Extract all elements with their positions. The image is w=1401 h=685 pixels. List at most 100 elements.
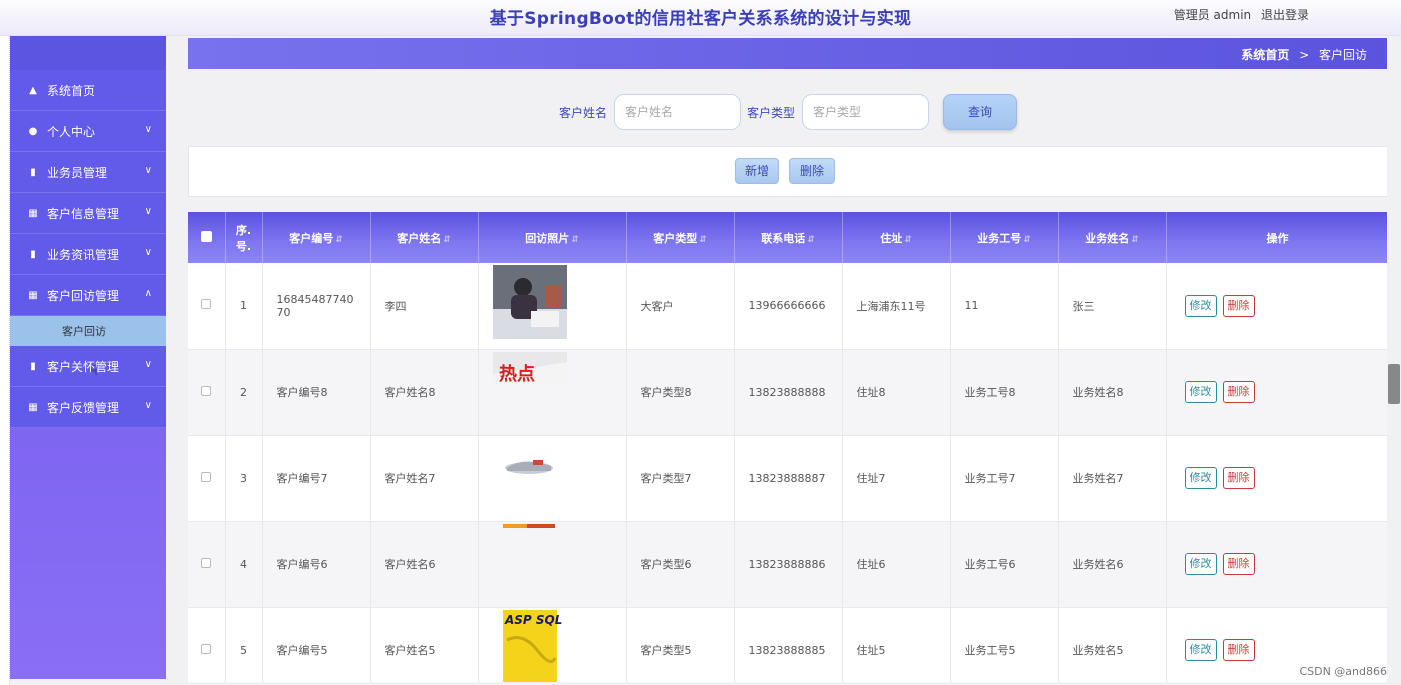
sidebar-item-staff-management[interactable]: ▮ 业务员管理 ∨ xyxy=(10,152,166,193)
header-operations: 操作 xyxy=(1166,212,1389,263)
table-row: 1 1684548774070 李四 大客户 13966666666 上海浦东11号 11 张… xyxy=(188,263,1389,350)
row-checkbox-cell xyxy=(188,435,226,522)
header-index-line1: 序. xyxy=(235,223,252,237)
row-index: 5 xyxy=(225,607,263,682)
chevron-down-icon: ∨ xyxy=(144,206,152,217)
query-button[interactable]: 查询 xyxy=(943,94,1017,130)
row-checkbox[interactable] xyxy=(201,299,212,310)
cell-operations: 修改 删除 xyxy=(1166,263,1389,350)
cell-customer-name: 客户姓名6 xyxy=(370,521,479,608)
delete-button[interactable]: 删除 xyxy=(1222,294,1255,317)
sort-icon: ⇵ xyxy=(1023,234,1031,245)
edit-button[interactable]: 修改 xyxy=(1184,381,1217,403)
sidebar-header xyxy=(10,36,166,70)
row-checkbox[interactable] xyxy=(201,557,212,568)
select-all-checkbox[interactable] xyxy=(200,230,212,242)
sidebar-item-business-news[interactable]: ▮ 业务资讯管理 ∨ xyxy=(10,234,166,275)
edit-button[interactable]: 修改 xyxy=(1184,553,1217,575)
cell-operations: 修改 删除 xyxy=(1166,521,1389,608)
sidebar-item-label: 客户信息管理 xyxy=(47,206,120,221)
row-checkbox-cell xyxy=(188,263,226,350)
delete-button[interactable]: 删除 xyxy=(1222,553,1255,575)
header-label: 客户姓名 xyxy=(397,231,442,245)
customer-name-input[interactable]: 客户姓名 xyxy=(614,94,741,130)
row-index: 2 xyxy=(225,349,263,436)
cell-visit-photo xyxy=(478,263,627,350)
cell-visit-photo: 热点 xyxy=(478,349,627,436)
grid-icon: ▦ xyxy=(28,207,38,219)
header-index: 序. 号. xyxy=(225,212,263,263)
header-address[interactable]: 住址 ⇵ xyxy=(842,212,951,263)
watermark: CSDN @and866 xyxy=(1299,665,1387,678)
sidebar-item-customer-care[interactable]: ▮ 客户关怀管理 ∨ xyxy=(10,346,166,387)
header-staff-id[interactable]: 业务工号 ⇵ xyxy=(950,212,1059,263)
edit-button[interactable]: 修改 xyxy=(1184,294,1217,317)
table-row: 3 客户编号7 客户姓名7 客户类型7 13823888887 住址7 业务工号7 业务姓名7… xyxy=(188,435,1389,522)
sidebar-item-customer-info[interactable]: ▦ 客户信息管理 ∨ xyxy=(10,193,166,234)
sort-icon: ⇵ xyxy=(904,234,912,245)
cell-customer-type: 客户类型7 xyxy=(626,435,735,522)
batch-delete-button[interactable]: 删除 xyxy=(789,158,835,184)
cell-address: 住址8 xyxy=(842,349,951,436)
cell-address: 住址5 xyxy=(842,607,951,682)
visit-photo xyxy=(492,265,567,339)
cell-phone: 13823888885 xyxy=(734,607,843,682)
cell-visit-photo: ASP SQL xyxy=(478,607,627,682)
cell-staff-id: 业务工号8 xyxy=(950,349,1059,436)
header-visit-photo[interactable]: 回访照片 ⇵ xyxy=(478,212,627,263)
delete-button[interactable]: 删除 xyxy=(1222,467,1255,489)
cell-customer-code: 1684548774070 xyxy=(262,263,371,350)
visit-photo xyxy=(502,523,555,528)
cell-staff-id: 业务工号5 xyxy=(950,607,1059,682)
header-staff-name[interactable]: 业务姓名 ⇵ xyxy=(1058,212,1167,263)
delete-button[interactable]: 删除 xyxy=(1222,639,1255,661)
cell-staff-name: 张三 xyxy=(1058,263,1167,350)
visit-photo: ASP SQL xyxy=(502,609,562,682)
select-all-cell xyxy=(188,212,226,263)
header-customer-name[interactable]: 客户姓名 ⇵ xyxy=(370,212,479,263)
add-button[interactable]: 新增 xyxy=(735,158,779,184)
visit-photo xyxy=(504,459,553,474)
header-customer-type[interactable]: 客户类型 ⇵ xyxy=(626,212,735,263)
edit-button[interactable]: 修改 xyxy=(1184,639,1217,661)
cell-phone: 13966666666 xyxy=(734,263,843,350)
cell-customer-type: 客户类型5 xyxy=(626,607,735,682)
breadcrumb-home[interactable]: 系统首页 xyxy=(1241,48,1289,62)
customer-type-input[interactable]: 客户类型 xyxy=(802,94,929,130)
sidebar-item-customer-visit[interactable]: ▦ 客户回访管理 ∧ xyxy=(10,275,166,316)
cell-customer-code: 客户编号8 xyxy=(262,349,371,436)
header-label: 业务工号 xyxy=(977,231,1022,245)
logout-link[interactable]: 退出登录 xyxy=(1261,8,1309,22)
header-label: 业务姓名 xyxy=(1085,231,1130,245)
cell-phone: 13823888887 xyxy=(734,435,843,522)
header-label: 联系电话 xyxy=(761,231,806,245)
customer-name-label: 客户姓名 xyxy=(559,106,608,120)
chevron-up-icon: ∧ xyxy=(144,288,152,299)
action-panel: 新增 删除 xyxy=(188,146,1389,197)
breadcrumb: 系统首页 > 客户回访 xyxy=(1241,46,1367,63)
header-customer-code[interactable]: 客户编号 ⇵ xyxy=(262,212,371,263)
row-checkbox[interactable] xyxy=(201,385,212,396)
header-label: 客户类型 xyxy=(653,231,698,245)
edit-button[interactable]: 修改 xyxy=(1184,467,1217,489)
sidebar-subitem-customer-visit[interactable]: 客户回访 xyxy=(10,316,166,346)
cell-staff-name: 业务姓名7 xyxy=(1058,435,1167,522)
header-phone[interactable]: 联系电话 ⇵ xyxy=(734,212,843,263)
bowtie-icon: ▮ xyxy=(30,248,36,260)
delete-button[interactable]: 删除 xyxy=(1222,381,1255,403)
row-checkbox[interactable] xyxy=(201,643,212,654)
cell-customer-name: 客户姓名7 xyxy=(370,435,479,522)
page-scrollbar[interactable] xyxy=(1387,36,1401,685)
table-row: 5 客户编号5 客户姓名5 ASP SQL 客户类型5 13823888885 住址5 业务工… xyxy=(188,607,1389,682)
cell-visit-photo xyxy=(478,435,627,522)
row-checkbox[interactable] xyxy=(201,471,212,482)
breadcrumb-separator: > xyxy=(1299,48,1310,62)
sort-icon: ⇵ xyxy=(1131,234,1139,245)
cell-staff-name: 业务姓名5 xyxy=(1058,607,1167,682)
card-icon: ▮ xyxy=(30,166,36,178)
scrollbar-thumb[interactable] xyxy=(1388,364,1400,404)
row-index: 1 xyxy=(225,263,263,350)
top-header: 基于SpringBoot的信用社客户关系系统的设计与实现 管理员 admin 退… xyxy=(0,0,1401,36)
sort-icon: ⇵ xyxy=(571,234,579,245)
sidebar-item-customer-feedback[interactable]: ▦ 客户反馈管理 ∨ xyxy=(10,387,166,428)
